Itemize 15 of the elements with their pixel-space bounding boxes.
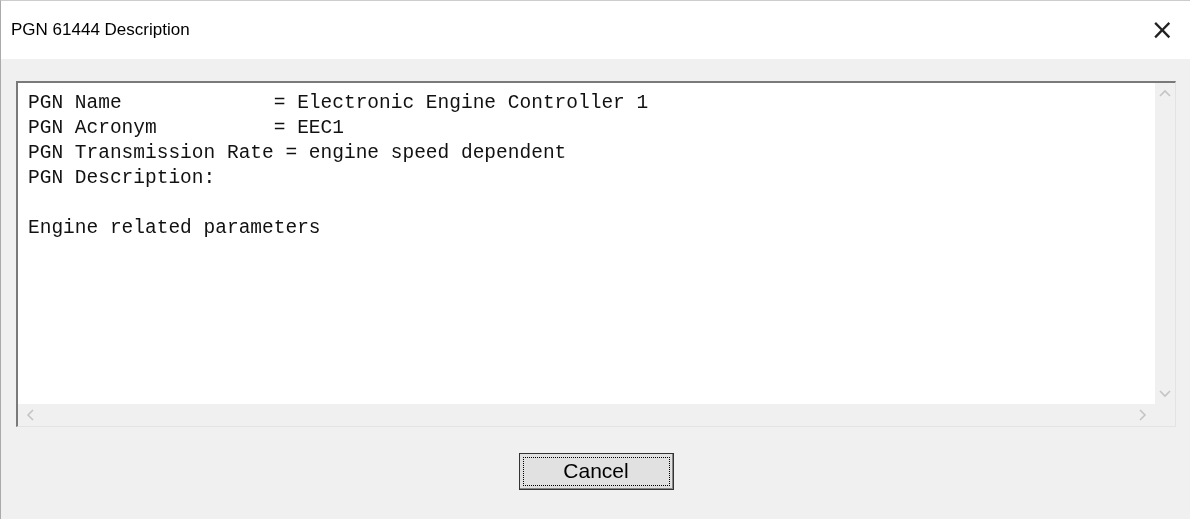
scroll-left-icon[interactable] [26,409,34,421]
scroll-right-icon[interactable] [1139,409,1147,421]
close-button[interactable]: × [1144,16,1180,44]
scroll-up-icon[interactable] [1159,89,1171,97]
description-line: PGN Transmission Rate = engine speed dependent [28,141,568,166]
description-line: PGN Acronym = EEC1 [28,116,345,141]
cancel-button[interactable]: Cancel [518,452,674,490]
window-title: PGN 61444 Description [11,20,190,40]
vertical-scrollbar[interactable] [1155,83,1175,404]
horizontal-scrollbar[interactable] [18,404,1155,426]
description-line: PGN Description: [28,166,217,191]
description-line: PGN Name = Electronic Engine Controller 1 [28,91,650,116]
description-text-area[interactable]: PGN Name = Electronic Engine Controller 1 PGN Acronym = EEC1 PGN Transmission Rate = engine speed dependent PGN Description: Engine related parameters [16,81,1176,427]
description-text: Engine related parameters [28,216,322,241]
scroll-down-icon[interactable] [1159,390,1171,398]
